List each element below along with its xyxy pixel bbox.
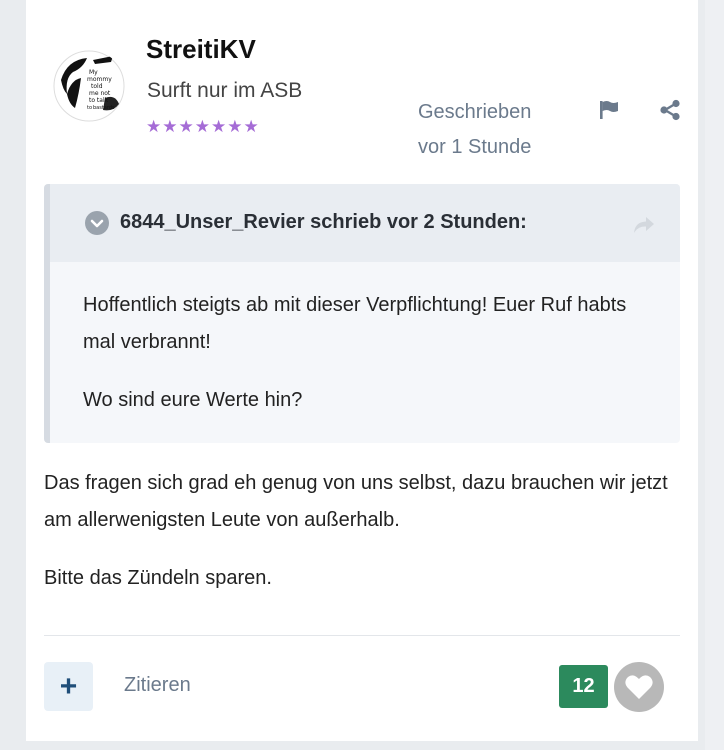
quote-paragraph: Hoffentlich steigts ab mit dieser Verpfl… xyxy=(83,294,627,353)
divider xyxy=(44,635,680,636)
rank-stars: ★★★★★★★ xyxy=(146,117,260,136)
posted-time[interactable]: vor 1 Stunde xyxy=(418,130,531,165)
page-edge xyxy=(705,0,724,750)
like-button[interactable] xyxy=(614,662,664,712)
share-icon[interactable] xyxy=(659,99,681,121)
avatar-text-1: My xyxy=(89,69,98,76)
author-title: Surft nur im ASB xyxy=(147,79,303,102)
post-paragraph: Das fragen sich grad eh genug von uns se… xyxy=(44,472,668,531)
post-paragraph: Bitte das Zündeln sparen. xyxy=(44,567,272,589)
multiquote-add-button[interactable]: + xyxy=(44,662,93,711)
quote-block: 6844_Unser_Revier schrieb vor 2 Stunden:… xyxy=(44,184,680,443)
avatar-text-3: told xyxy=(91,83,103,90)
quote-paragraph: Wo sind eure Werte hin? xyxy=(83,389,303,411)
avatar-text-7: bastards xyxy=(93,105,115,111)
post-meta: Geschrieben vor 1 Stunde xyxy=(418,95,531,165)
avatar-text-4: me not xyxy=(89,90,111,97)
quote-header: 6844_Unser_Revier schrieb vor 2 Stunden: xyxy=(50,184,680,262)
quote-citation[interactable]: 6844_Unser_Revier schrieb vor 2 Stunden: xyxy=(120,211,527,234)
reply-arrow-icon[interactable] xyxy=(632,214,656,236)
avatar-text-5: to talk xyxy=(89,97,109,104)
author-name[interactable]: StreitiKV xyxy=(146,34,256,65)
post-body: Das fragen sich grad eh genug von uns se… xyxy=(44,465,684,618)
heart-icon xyxy=(625,675,653,699)
avatar-text-2: mommy xyxy=(87,76,112,83)
flag-icon[interactable] xyxy=(598,99,620,121)
avatar[interactable]: My mommy told me not to talk to bastards xyxy=(53,50,125,122)
quote-body: Hoffentlich steigts ab mit dieser Verpfl… xyxy=(83,287,658,440)
avatar-text-6: to xyxy=(87,105,92,111)
chevron-down-icon[interactable] xyxy=(85,211,109,235)
posted-label: Geschrieben xyxy=(418,101,532,123)
reaction-count-badge[interactable]: 12 xyxy=(559,665,608,708)
quote-button[interactable]: Zitieren xyxy=(124,674,191,697)
